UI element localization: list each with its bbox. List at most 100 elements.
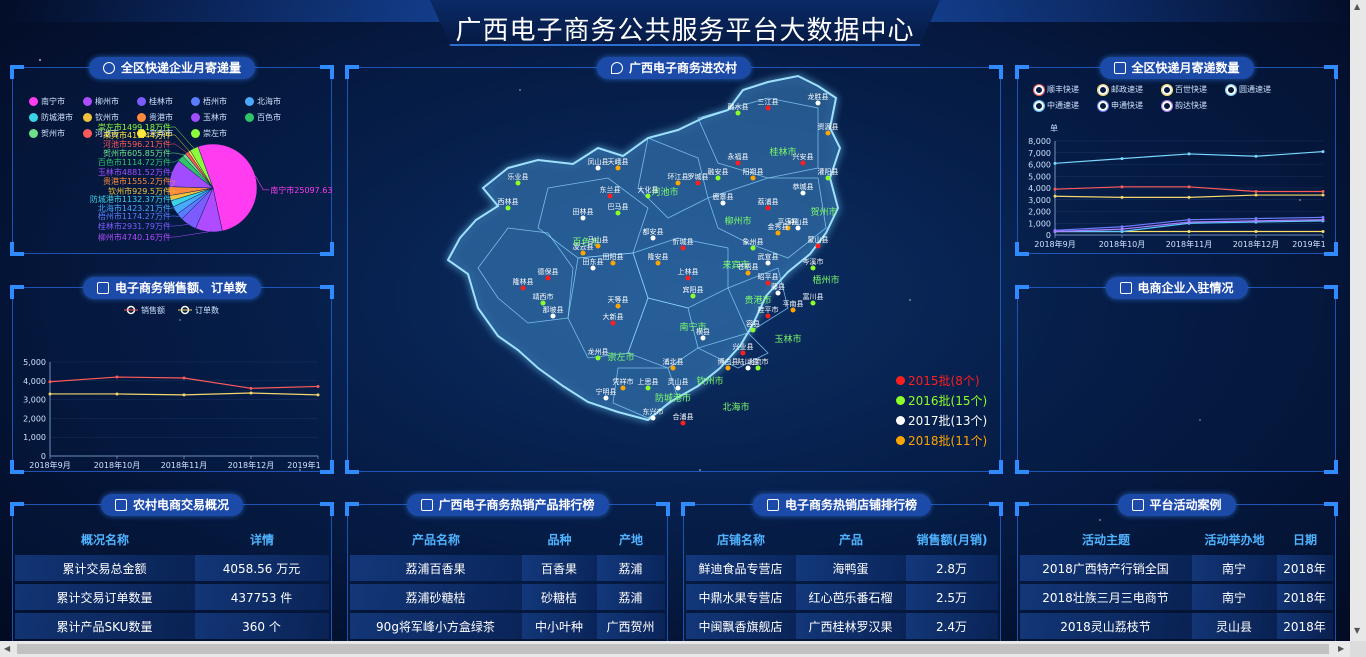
city-label: 防城港市 bbox=[655, 392, 691, 404]
county-label: 环江县 bbox=[668, 173, 689, 181]
county-label: 东兴市 bbox=[643, 407, 664, 416]
y-tick-label: 5,000 bbox=[1028, 172, 1051, 181]
horizontal-scrollbar[interactable]: ◀ ▶ bbox=[0, 641, 1350, 657]
scroll-up-arrow-icon[interactable]: ▲ bbox=[1354, 2, 1360, 11]
map-legend-item[interactable]: 2018批(11个) bbox=[896, 430, 987, 450]
hot-shops-panel: 电子商务热销店铺排行榜 店铺名称 产品 销售额(月销) 鲜迪食品专营店 海鸭蛋 2.8万… bbox=[681, 494, 1003, 644]
county-label: 隆林县 bbox=[513, 277, 534, 286]
table-row: 累计交易总金额 4058.56 万元 bbox=[15, 555, 329, 581]
pie-leader-line bbox=[171, 215, 180, 217]
county-label: 隆安县 bbox=[648, 252, 669, 261]
county-marker bbox=[645, 193, 651, 199]
map-legend-item[interactable]: 2016批(15个) bbox=[896, 390, 987, 410]
county-label: 恭城县 bbox=[793, 183, 814, 191]
map-legend-item[interactable]: 2015批(8个) bbox=[896, 370, 987, 390]
county-label: 兴安县 bbox=[793, 152, 814, 161]
pie-slice-label: 崇左市1499.18万件 bbox=[98, 122, 171, 132]
legend-swatch bbox=[896, 375, 905, 385]
page-title: 广西电子商务公共服务平台大数据中心 bbox=[455, 16, 915, 46]
hot-products-title: 广西电子商务热销产品排行榜 bbox=[406, 494, 609, 516]
hot-products-table: 产品名称 品种 产地 荔浦百香果 百香果 荔浦 荔浦砂糖桔 砂糖桔 荔浦 90g将军峰小方盒… bbox=[350, 523, 665, 642]
hot-shops-title: 电子商务热销店铺排行榜 bbox=[752, 494, 932, 516]
pie-slice-label: 南宁市25097.63万件 bbox=[270, 185, 333, 195]
pie-slice-label: 玉林市4881.52万件 bbox=[98, 167, 171, 177]
data-point bbox=[1254, 193, 1258, 197]
legend-label: 订单数 bbox=[195, 305, 219, 315]
pie-slice-label: 钦州市929.5万件 bbox=[108, 186, 171, 196]
county-marker bbox=[610, 320, 616, 326]
x-tick-label: 2018年10月 bbox=[1099, 239, 1146, 249]
county-label: 苍梧县 bbox=[738, 262, 759, 271]
legend-label: 2017批(13个) bbox=[908, 413, 988, 428]
county-marker bbox=[550, 313, 556, 319]
county-marker bbox=[540, 300, 546, 306]
data-point bbox=[1254, 229, 1258, 233]
data-point bbox=[316, 384, 320, 388]
legend-label: 2016批(15个) bbox=[908, 393, 988, 408]
county-marker bbox=[810, 300, 816, 306]
county-label: 富川县 bbox=[803, 292, 824, 301]
data-point bbox=[1321, 193, 1325, 197]
scroll-down-arrow-icon[interactable]: ▼ bbox=[1354, 626, 1360, 635]
data-point bbox=[249, 386, 253, 390]
county-label: 灵山县 bbox=[668, 377, 689, 386]
x-tick-label: 2018年12月 bbox=[1233, 239, 1280, 249]
city-label: 柳州市 bbox=[724, 215, 751, 227]
county-label: 田阳县 bbox=[603, 252, 624, 261]
express-count-line-chart: 单 8,000 7,000 6,000 5,000 4,000 3,000 2,000 1,00… bbox=[1028, 123, 1326, 249]
county-marker bbox=[750, 327, 756, 333]
county-label: 永福县 bbox=[728, 152, 749, 161]
county-marker bbox=[800, 190, 806, 196]
horizontal-scroll-thumb[interactable] bbox=[17, 644, 1329, 654]
county-marker bbox=[725, 365, 731, 371]
county-label: 资源县 bbox=[818, 122, 839, 131]
county-marker bbox=[825, 175, 831, 181]
county-label: 田东县 bbox=[583, 257, 604, 266]
county-marker bbox=[580, 250, 586, 256]
pie-slice-label: 桂林市2931.79万件 bbox=[98, 221, 171, 231]
city-label: 崇左市 bbox=[607, 351, 634, 363]
scroll-left-arrow-icon[interactable]: ◀ bbox=[4, 644, 10, 653]
county-label: 象州县 bbox=[743, 237, 764, 246]
data-point bbox=[1053, 229, 1057, 233]
data-point bbox=[1120, 195, 1124, 199]
county-marker bbox=[505, 205, 511, 211]
county-label: 荔浦县 bbox=[758, 197, 779, 206]
county-label: 武宣县 bbox=[758, 252, 779, 261]
county-label: 龙胜县 bbox=[808, 92, 829, 101]
x-tick-label: 2018年9月 bbox=[1034, 239, 1075, 249]
county-label: 大化县 bbox=[638, 185, 659, 194]
sales-panel: 电子商务销售额、订单数 销售额 订单数 5,000 4,000 3,000 2,000 1,… bbox=[10, 277, 334, 474]
county-marker bbox=[775, 230, 781, 236]
vertical-scrollbar[interactable]: ▲ ▼ bbox=[1350, 0, 1366, 641]
data-point bbox=[1187, 185, 1191, 189]
table-row: 2018广西特产行销全国 南宁 2018年 bbox=[1020, 555, 1333, 581]
x-tick-label: 2018年12月 bbox=[228, 460, 275, 470]
county-marker bbox=[520, 285, 526, 291]
scroll-right-arrow-icon[interactable]: ▶ bbox=[1338, 644, 1344, 653]
express-volume-panel: 全区快递企业月寄递量 南宁市 柳州市 桂林市 梧州市 北海市 防城港市 钦州市 贵港市 玉林市百… bbox=[10, 57, 334, 256]
data-point bbox=[1187, 229, 1191, 233]
header-wing-right bbox=[930, 0, 1350, 22]
enterprise-panel: 电商企业入驻情况 bbox=[1015, 277, 1338, 474]
data-point bbox=[1120, 227, 1124, 231]
map-legend-item[interactable]: 2017批(13个) bbox=[896, 410, 987, 430]
data-point bbox=[1321, 218, 1325, 222]
data-point bbox=[1187, 152, 1191, 156]
county-label: 德保县 bbox=[538, 267, 559, 276]
county-label: 罗城县 bbox=[688, 173, 709, 181]
county-marker bbox=[765, 105, 771, 111]
sales-line-chart: 销售额 订单数 5,000 4,000 3,000 2,000 1,000 02018年9月 2… bbox=[23, 305, 321, 470]
pie-leader-line bbox=[171, 126, 195, 149]
data-point bbox=[182, 393, 186, 397]
legend-label: 2015批(8个) bbox=[908, 373, 980, 388]
county-marker bbox=[603, 395, 609, 401]
table-row: 2018灵山荔枝节 灵山县 2018年 bbox=[1020, 613, 1333, 639]
county-marker bbox=[700, 335, 706, 341]
data-point bbox=[1254, 190, 1258, 194]
county-label: 阳朔县 bbox=[743, 167, 764, 176]
county-marker bbox=[750, 245, 756, 251]
county-marker bbox=[595, 243, 601, 249]
county-marker bbox=[690, 293, 696, 299]
pie-slice-label: 百色市1114.72万件 bbox=[98, 157, 171, 167]
